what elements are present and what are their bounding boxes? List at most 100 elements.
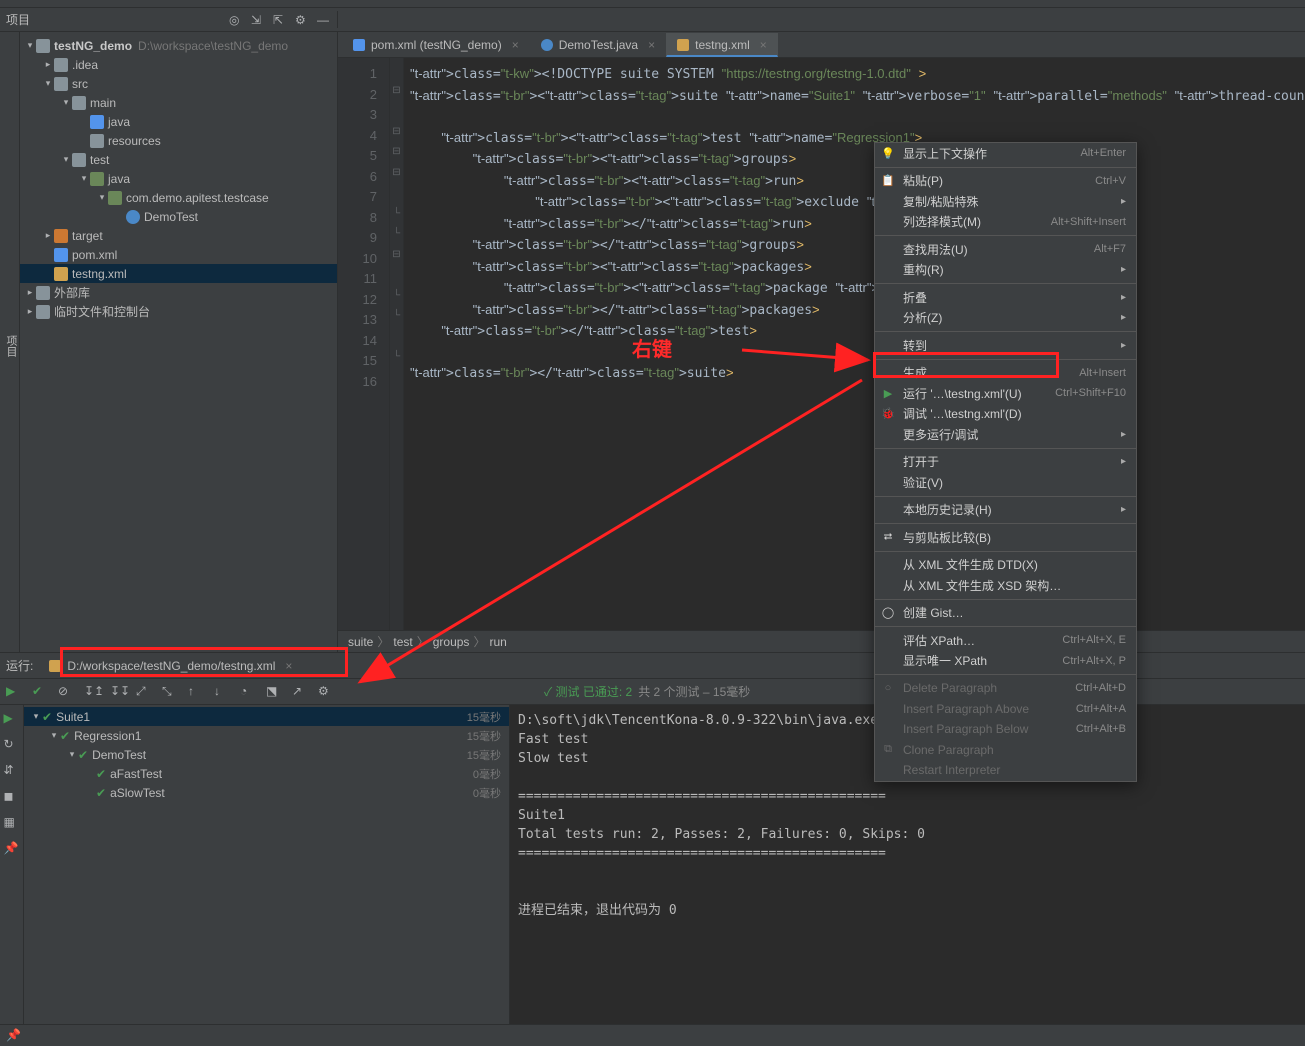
breadcrumb[interactable]: suite〉 test〉 groups〉 run: [338, 630, 1305, 652]
ctx-gen-xsd[interactable]: 从 XML 文件生成 XSD 架构…: [875, 575, 1136, 596]
tree-main[interactable]: ▾main: [20, 93, 337, 112]
scratch-icon: [36, 305, 50, 319]
sort-icon[interactable]: ↧↥: [84, 684, 100, 700]
breadcrumb-item[interactable]: run: [489, 635, 506, 649]
test-regression-row[interactable]: ▾✔Regression115毫秒: [24, 726, 509, 745]
ctx-local-history[interactable]: 本地历史记录(H)▸: [875, 500, 1136, 521]
close-icon[interactable]: ×: [760, 38, 767, 52]
ctx-find-usages[interactable]: 查找用法(U)Alt+F7: [875, 239, 1136, 260]
ctx-fold[interactable]: 折叠▸: [875, 287, 1136, 308]
tree-pkg[interactable]: ▾com.demo.apitest.testcase: [20, 188, 337, 207]
code-editor[interactable]: "t-attr">class="t-kw"><!DOCTYPE suite SY…: [404, 58, 1305, 630]
test-method-row[interactable]: ✔aSlowTest0毫秒: [24, 783, 509, 802]
export-icon[interactable]: ↗: [292, 684, 308, 700]
github-icon: ◯: [881, 606, 895, 620]
xml-file-icon: [54, 267, 68, 281]
ctx-paste[interactable]: 📋粘贴(P)Ctrl+V: [875, 171, 1136, 192]
test-method-row[interactable]: ✔aFastTest0毫秒: [24, 764, 509, 783]
ctx-del-para: ○Delete ParagraphCtrl+Alt+D: [875, 678, 1136, 699]
tab-testng[interactable]: testng.xml×: [666, 33, 778, 57]
tree-test[interactable]: ▾test: [20, 150, 337, 169]
tree-root[interactable]: ▾ testNG_demo D:\workspace\testNG_demo: [20, 36, 337, 55]
tab-demotest[interactable]: DemoTest.java×: [530, 33, 666, 57]
tree-scratch[interactable]: ▸临时文件和控制台: [20, 302, 337, 321]
breadcrumb-item[interactable]: suite: [348, 635, 373, 649]
ctx-gen-dtd[interactable]: 从 XML 文件生成 DTD(X): [875, 555, 1136, 576]
ctx-eval-xpath[interactable]: 评估 XPath…Ctrl+Alt+X, E: [875, 630, 1136, 651]
ctx-show-context[interactable]: 💡显示上下文操作Alt+Enter: [875, 143, 1136, 164]
bulb-icon: 💡: [881, 146, 895, 160]
run-config-tab[interactable]: D:/workspace/testNG_demo/testng.xml ×: [41, 655, 300, 677]
ctx-analyze[interactable]: 分析(Z)▸: [875, 308, 1136, 329]
left-gutter-strip[interactable]: 项目: [0, 32, 20, 652]
tree-cls[interactable]: DemoTest: [20, 207, 337, 226]
tree-ext-lib[interactable]: ▸外部库: [20, 283, 337, 302]
tree-testng[interactable]: testng.xml: [20, 264, 337, 283]
ctx-compare-clip[interactable]: ⮂与剪贴板比较(B): [875, 527, 1136, 548]
timer-icon[interactable]: ◔: [240, 684, 256, 700]
source-folder-icon: [90, 115, 104, 129]
run-icon[interactable]: ▶: [6, 684, 22, 700]
stats-icon[interactable]: ⬔: [266, 684, 282, 700]
ctx-gist[interactable]: ◯创建 Gist…: [875, 603, 1136, 624]
project-tree[interactable]: ▾ testNG_demo D:\workspace\testNG_demo ▸…: [20, 32, 338, 652]
ctx-clone-para: ⧉Clone Paragraph: [875, 740, 1136, 761]
tree-test-java[interactable]: ▾java: [20, 169, 337, 188]
rerun-failed-icon[interactable]: ↻: [4, 737, 20, 753]
close-icon[interactable]: ×: [512, 38, 519, 52]
prev-icon[interactable]: ↑: [188, 684, 204, 700]
module-icon: [36, 39, 50, 53]
close-icon[interactable]: ×: [648, 38, 655, 52]
debug-icon: 🐞: [881, 407, 895, 421]
gear-icon[interactable]: ⚙: [295, 13, 309, 27]
tree-main-res[interactable]: resources: [20, 131, 337, 150]
ctx-column-mode[interactable]: 列选择模式(M)Alt+Shift+Insert: [875, 212, 1136, 233]
ctx-debug[interactable]: 🐞调试 '…\testng.xml'(D): [875, 404, 1136, 425]
line-gutter[interactable]: 12345678910111213141516: [338, 58, 390, 630]
expand-icon[interactable]: ⤢: [136, 684, 152, 700]
gear-icon[interactable]: ⚙: [318, 684, 334, 700]
sort2-icon[interactable]: ↧↧: [110, 684, 126, 700]
test-class-row[interactable]: ▾✔DemoTest15毫秒: [24, 745, 509, 764]
ctx-more-run[interactable]: 更多运行/调试▸: [875, 424, 1136, 445]
breadcrumb-item[interactable]: groups: [433, 635, 470, 649]
toggle-icon[interactable]: ⇵: [4, 763, 20, 779]
tab-pom[interactable]: pom.xml (testNG_demo)×: [342, 33, 530, 57]
ctx-open-in[interactable]: 打开于▸: [875, 452, 1136, 473]
tree-pom[interactable]: pom.xml: [20, 245, 337, 264]
cross-icon[interactable]: ⊘: [58, 684, 74, 700]
pin-icon[interactable]: 📌: [6, 1028, 22, 1044]
pin-icon[interactable]: 📌: [4, 841, 20, 857]
ctx-run[interactable]: ▶运行 '…\testng.xml'(U)Ctrl+Shift+F10: [875, 383, 1136, 404]
collapse-icon[interactable]: ⇱: [273, 13, 287, 27]
stop-icon[interactable]: ◼: [4, 789, 20, 805]
ctx-goto[interactable]: 转到▸: [875, 335, 1136, 356]
ctx-show-xpath[interactable]: 显示唯一 XPathCtrl+Alt+X, P: [875, 651, 1136, 672]
tree-src[interactable]: ▾src: [20, 74, 337, 93]
tree-main-java[interactable]: java: [20, 112, 337, 131]
expand-icon[interactable]: ⇲: [251, 13, 265, 27]
rerun-icon[interactable]: ▶: [4, 711, 20, 727]
test-tree[interactable]: ▾✔Suite115毫秒 ▾✔Regression115毫秒 ▾✔DemoTes…: [24, 705, 510, 1024]
ctx-validate[interactable]: 验证(V): [875, 472, 1136, 493]
ctx-refactor[interactable]: 重构(R)▸: [875, 260, 1136, 281]
ctx-generate[interactable]: 生成…Alt+Insert: [875, 363, 1136, 384]
xml-file-icon: [677, 39, 689, 51]
folder-icon: [72, 153, 86, 167]
layout-icon[interactable]: ▦: [4, 815, 20, 831]
tree-idea[interactable]: ▸.idea: [20, 55, 337, 74]
collapse-icon[interactable]: ⤡: [162, 684, 178, 700]
close-icon[interactable]: ×: [285, 659, 292, 673]
fold-column[interactable]: ⊟ ⊟⊟⊟ └└ ⊟└ └└: [390, 58, 404, 630]
locate-icon[interactable]: ◎: [229, 13, 243, 27]
tree-target[interactable]: ▸target: [20, 226, 337, 245]
breadcrumb-item[interactable]: test: [393, 635, 412, 649]
ctx-paste-special[interactable]: 复制/粘贴特殊▸: [875, 191, 1136, 212]
check-icon[interactable]: ✔: [32, 684, 48, 700]
test-suite-row[interactable]: ▾✔Suite115毫秒: [24, 707, 509, 726]
clone-icon: ⧉: [881, 743, 895, 757]
ctx-ins-below: Insert Paragraph BelowCtrl+Alt+B: [875, 719, 1136, 740]
maven-icon: [54, 248, 68, 262]
hide-icon[interactable]: —: [317, 13, 331, 27]
next-icon[interactable]: ↓: [214, 684, 230, 700]
